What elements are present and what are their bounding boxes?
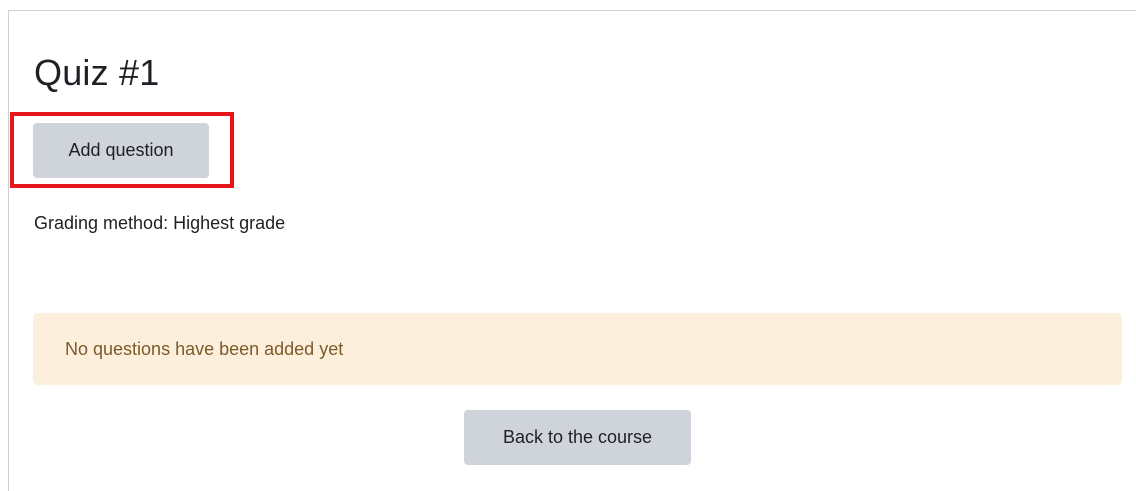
page-title: Quiz #1 — [34, 52, 160, 93]
quiz-page-panel: Quiz #1 Add question Grading method: Hig… — [8, 10, 1136, 491]
no-questions-notice-text: No questions have been added yet — [65, 338, 344, 359]
no-questions-notice: No questions have been added yet — [33, 313, 1122, 385]
add-question-button[interactable]: Add question — [33, 123, 209, 178]
grading-method-text: Grading method: Highest grade — [34, 213, 286, 233]
back-to-course-button[interactable]: Back to the course — [464, 410, 691, 465]
